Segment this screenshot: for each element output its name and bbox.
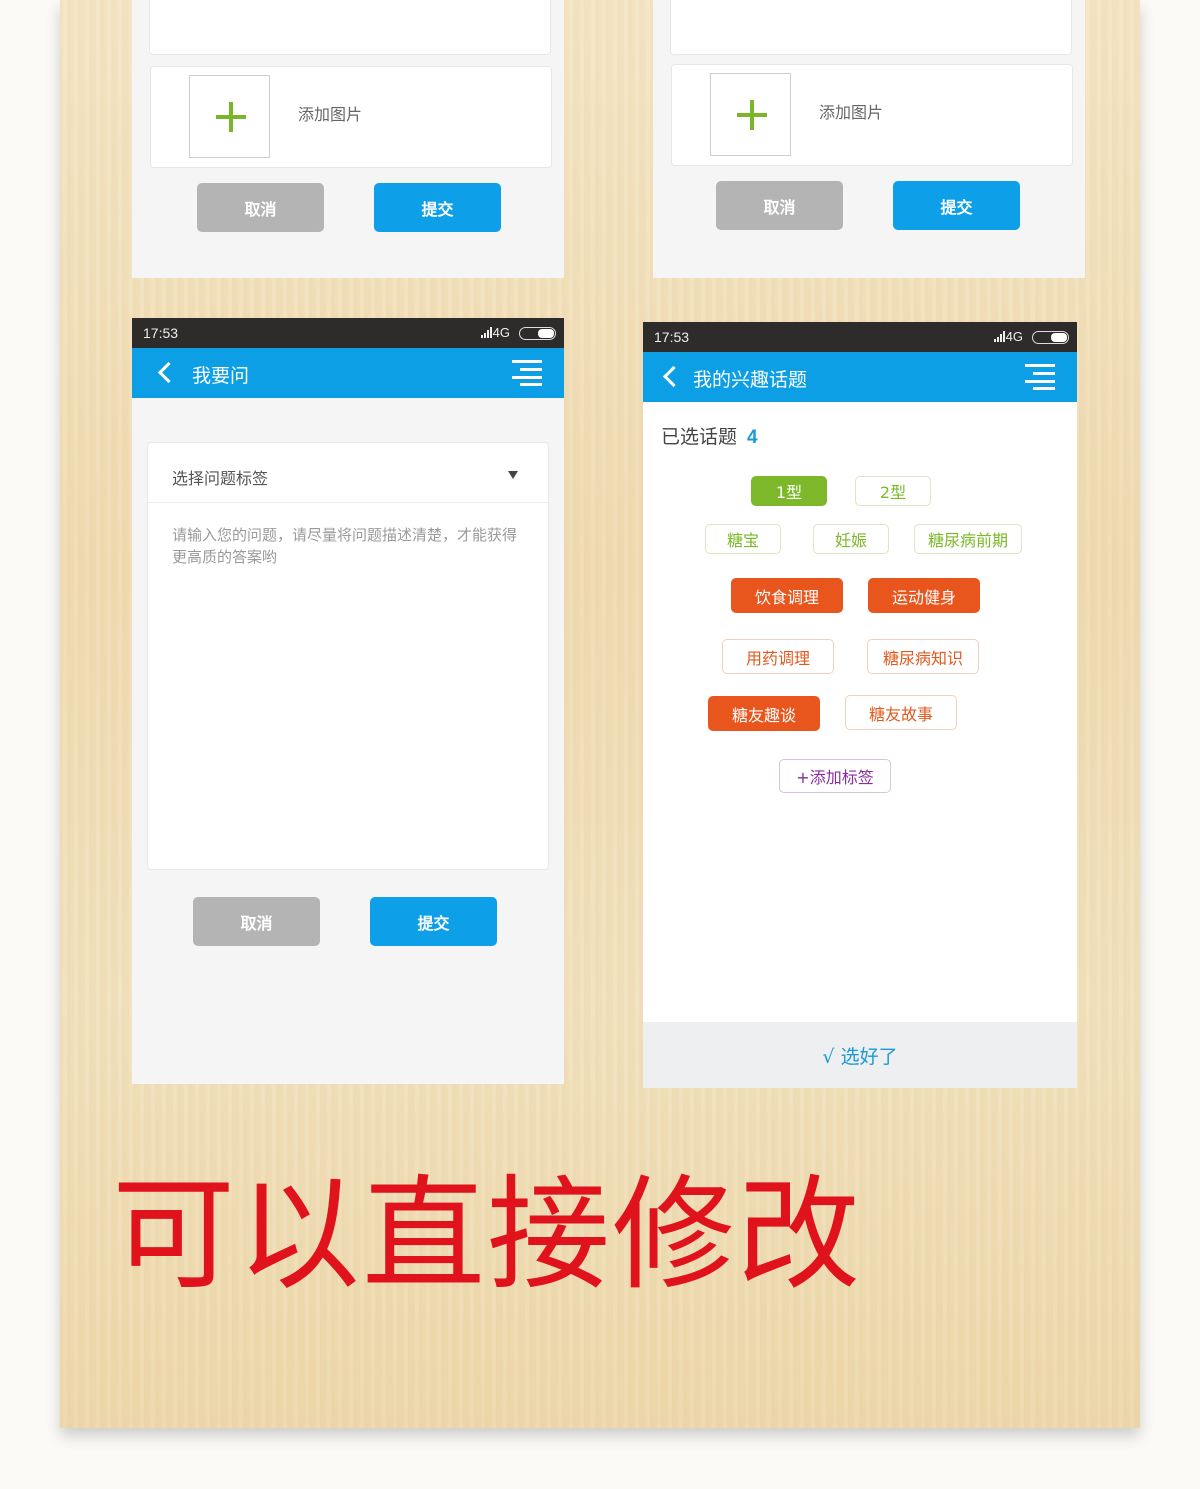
topic-tag[interactable]: 用药调理 <box>722 639 834 674</box>
plus-icon <box>737 100 767 130</box>
header-bar: 我要问 <box>132 348 564 398</box>
selected-topics-count: 4 <box>747 427 758 448</box>
signal-icon <box>481 327 492 338</box>
submit-button[interactable]: 提交 <box>370 897 497 946</box>
back-chevron-icon[interactable] <box>661 365 679 389</box>
question-card: 选择问题标签 <box>147 442 549 870</box>
topic-tag[interactable]: 糖尿病前期 <box>914 524 1022 554</box>
topic-tag[interactable]: 糖友故事 <box>845 695 957 730</box>
topic-tag[interactable]: 妊娠 <box>813 524 889 554</box>
submit-button[interactable]: 提交 <box>893 181 1020 230</box>
status-bar: 17:53 4G <box>132 318 564 348</box>
add-image-label: 添加图片 <box>298 105 363 124</box>
plus-icon <box>216 102 246 132</box>
top-left-phone-screen: 添加图片 取消 提交 <box>132 0 564 278</box>
topic-tag[interactable]: 糖友趣谈 <box>708 696 820 731</box>
tag-select-dropdown[interactable]: 选择问题标签 <box>148 443 548 503</box>
interest-topics-phone-screen: 17:53 4G 我的兴趣话题 已选话题 4 1型 2型 糖宝 妊娠 糖尿病前期 … <box>643 322 1077 1088</box>
description-card[interactable] <box>670 0 1072 55</box>
network-type: 4G <box>492 325 510 340</box>
topic-tag[interactable]: 1型 <box>751 476 827 506</box>
signal-icon <box>994 331 1005 342</box>
cancel-button[interactable]: 取消 <box>716 181 843 230</box>
add-image-card: 添加图片 <box>671 64 1073 166</box>
ask-question-phone-screen: 17:53 4G 我要问 选择问题标签 取消 提交 <box>132 318 564 1084</box>
add-tag-button[interactable]: +添加标签 <box>779 759 891 793</box>
selected-topics-heading: 已选话题 4 <box>661 422 758 449</box>
menu-icon[interactable] <box>1025 364 1055 390</box>
back-chevron-icon[interactable] <box>156 361 174 385</box>
topic-tag[interactable]: 糖宝 <box>705 524 781 554</box>
status-bar: 17:53 4G <box>643 322 1077 352</box>
editable-slogan: 可以直接修改 <box>112 1164 862 1307</box>
topic-tag[interactable]: 2型 <box>855 476 931 506</box>
header-bar: 我的兴趣话题 <box>643 352 1077 402</box>
add-image-card: 添加图片 <box>150 66 552 168</box>
topic-tag[interactable]: 运动健身 <box>868 578 980 613</box>
description-card[interactable] <box>149 0 551 55</box>
status-time: 17:53 <box>654 329 690 345</box>
page-title: 我要问 <box>192 365 250 387</box>
topic-tag[interactable]: 糖尿病知识 <box>867 639 979 674</box>
done-button[interactable]: √ 选好了 <box>643 1022 1077 1088</box>
submit-button[interactable]: 提交 <box>374 183 501 232</box>
question-input[interactable] <box>148 504 548 864</box>
menu-icon[interactable] <box>512 360 542 386</box>
page-title: 我的兴趣话题 <box>693 369 808 391</box>
tag-select-value: 选择问题标签 <box>172 469 269 488</box>
add-image-label: 添加图片 <box>819 103 884 122</box>
top-right-phone-screen: 添加图片 取消 提交 <box>653 0 1085 278</box>
topic-tag[interactable]: 饮食调理 <box>731 578 843 613</box>
status-time: 17:53 <box>143 325 179 341</box>
add-image-button[interactable] <box>189 75 270 158</box>
selected-topics-label: 已选话题 <box>661 426 738 448</box>
dropdown-caret-icon <box>508 471 518 479</box>
add-image-button[interactable] <box>710 73 791 156</box>
cancel-button[interactable]: 取消 <box>197 183 324 232</box>
battery-icon <box>1032 331 1069 344</box>
battery-icon <box>519 327 556 340</box>
network-type: 4G <box>1005 329 1023 344</box>
cancel-button[interactable]: 取消 <box>193 897 320 946</box>
